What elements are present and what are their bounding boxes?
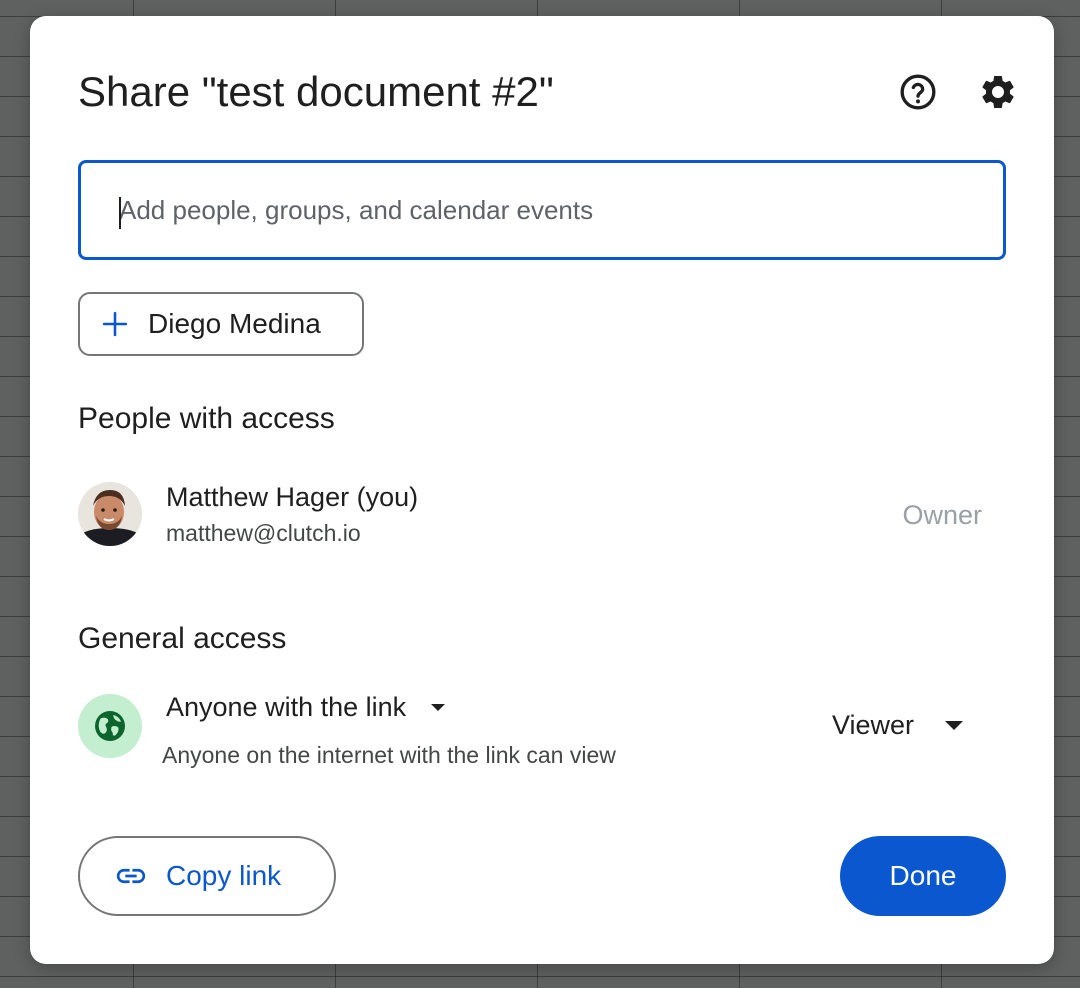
dialog-title: Share "test document #2" (78, 68, 554, 115)
globe-icon (95, 711, 125, 741)
copy-link-button[interactable]: Copy link (78, 836, 336, 916)
copy-link-label: Copy link (166, 860, 282, 891)
general-access-level: Anyone with the link (166, 692, 407, 722)
link-icon (116, 868, 146, 884)
help-button[interactable] (894, 68, 942, 116)
general-access-heading: General access (78, 622, 287, 655)
gear-icon (982, 75, 1014, 108)
general-access-dropdown[interactable]: Anyone with the link (166, 692, 446, 723)
people-with-access-heading: People with access (78, 402, 335, 435)
person-email: matthew@clutch.io (166, 520, 361, 546)
avatar (78, 482, 142, 546)
general-access-description: Anyone on the internet with the link can… (162, 742, 616, 768)
settings-button[interactable] (974, 68, 1022, 116)
share-people-input[interactable] (119, 194, 1003, 226)
person-role-owner: Owner (902, 500, 982, 530)
suggested-person-name: Diego Medina (148, 308, 321, 339)
general-access-role-dropdown[interactable]: Viewer (832, 710, 964, 741)
person-name: Matthew Hager (you) (166, 482, 419, 512)
help-circle-icon (900, 74, 936, 110)
share-dialog: Share "test document #2" Diego Medina Pe… (30, 16, 1054, 964)
general-access-icon-badge (78, 694, 142, 758)
suggested-person-chip[interactable]: Diego Medina (78, 292, 364, 356)
share-people-input-container[interactable] (78, 160, 1006, 260)
done-button[interactable]: Done (840, 836, 1006, 916)
caret-down-icon (945, 720, 964, 730)
caret-down-icon (431, 703, 446, 711)
plus-icon (102, 311, 128, 337)
general-access-role: Viewer (832, 710, 915, 740)
done-label: Done (889, 860, 957, 891)
text-caret (119, 197, 121, 229)
